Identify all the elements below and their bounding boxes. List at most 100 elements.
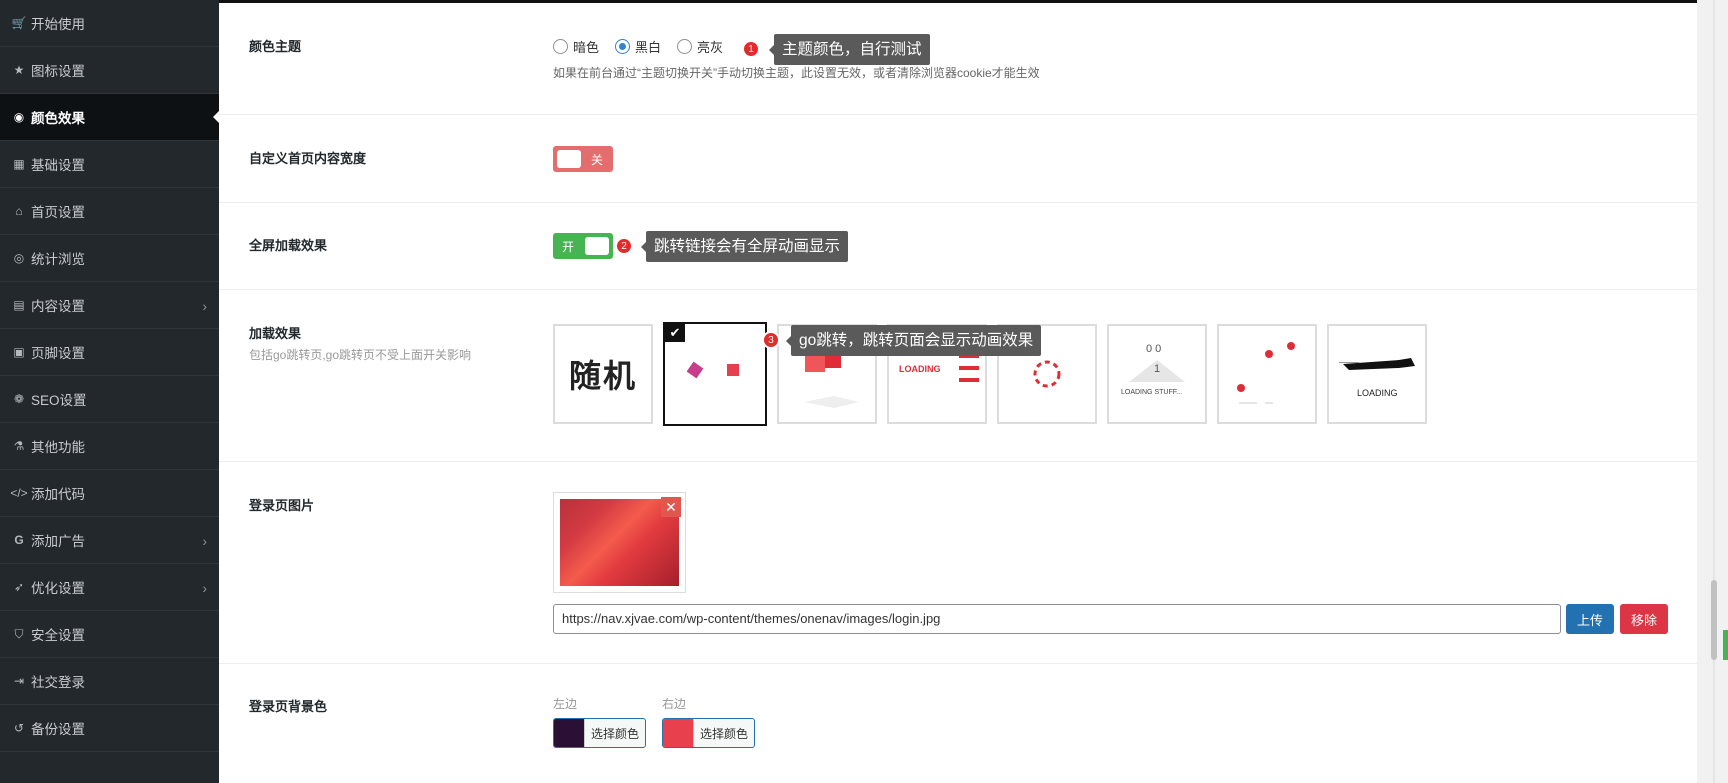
sidebar-item-start[interactable]: 🛒 开始使用 <box>0 0 219 47</box>
sidebar-item-label: 添加广告 <box>31 534 85 549</box>
file-icon: ▤ <box>13 298 25 312</box>
loading-thumb-squares[interactable]: ✔ <box>663 322 767 426</box>
left-color-swatch <box>554 719 584 747</box>
login-image-preview: ✕ <box>553 492 686 593</box>
toggle-text: 开 <box>562 239 575 254</box>
row-loading-effect: 加载效果 包括go跳转页,go跳转页不受上面开关影响 随机 ✔ LOADING … <box>219 290 1697 462</box>
sidebar-item-social-login[interactable]: ⇥ 社交登录 <box>0 658 219 705</box>
sidebar-item-color-effects[interactable]: ◉ 颜色效果 <box>0 94 219 141</box>
sidebar-item-label: 社交登录 <box>31 675 85 690</box>
fullscreen-loading-field: 开 <box>553 233 613 259</box>
custom-width-field: 关 <box>553 146 613 172</box>
sidebar-item-backup[interactable]: ↺ 备份设置 <box>0 705 219 752</box>
sidebar-item-icons[interactable]: ★ 图标设置 <box>0 47 219 94</box>
theme-option-label: 黑白 <box>635 40 662 55</box>
sidebar-item-label: 内容设置 <box>31 299 85 314</box>
sidebar-item-label: 基础设置 <box>31 158 85 173</box>
radio-bw[interactable] <box>615 39 631 54</box>
theme-option-bw[interactable]: 黑白 <box>615 37 661 56</box>
paw-icon: ❁ <box>13 392 25 406</box>
chevron-right-icon: › <box>202 580 207 596</box>
sidebar-item-label: 优化设置 <box>31 581 85 596</box>
sidebar-item-code[interactable]: </> 添加代码 <box>0 470 219 517</box>
loading-thumb-stuff[interactable]: 0 0 1 LOADING STUFF... <box>1107 324 1207 424</box>
sidebar-item-ads[interactable]: G 添加广告 › <box>0 517 219 564</box>
admin-sidebar: 🛒 开始使用 ★ 图标设置 ◉ 颜色效果 ▦ 基础设置 ⌂ 首页设置 ◎ 统计浏… <box>0 0 219 783</box>
stuff-num: 1 <box>1154 363 1160 375</box>
chevron-right-icon: › <box>202 298 207 314</box>
sidebar-item-label: 首页设置 <box>31 205 85 220</box>
right-color-swatch <box>663 719 693 747</box>
theme-option-label: 暗色 <box>573 40 600 55</box>
side-indicator <box>1723 630 1728 660</box>
theme-option-label: 亮灰 <box>697 40 724 55</box>
right-color-label: 右边 <box>662 697 687 711</box>
scroll-track <box>1713 0 1715 783</box>
undo-icon: ↺ <box>13 721 25 735</box>
shield-icon: ⛉ <box>14 626 24 641</box>
left-color-picker[interactable]: 选择颜色 <box>553 718 646 748</box>
close-icon[interactable]: ✕ <box>661 497 681 517</box>
loading-thumb-runner[interactable]: LOADING <box>1327 324 1427 424</box>
loading-thumb-random[interactable]: 随机 <box>553 324 653 424</box>
scroll-thumb[interactable] <box>1711 580 1717 660</box>
loading-text: LOADING <box>899 364 941 374</box>
row-custom-width: 自定义首页内容宽度 关 <box>219 115 1697 203</box>
sidebar-item-stats[interactable]: ◎ 统计浏览 <box>0 235 219 282</box>
sidebar-item-label: 图标设置 <box>31 64 85 79</box>
select-color-button[interactable]: 选择颜色 <box>584 719 645 747</box>
right-color-group: 右边 选择颜色 <box>662 695 755 748</box>
color-theme-label: 颜色主题 <box>249 39 302 54</box>
sidebar-item-footer[interactable]: ▣ 页脚设置 <box>0 329 219 376</box>
loading-effect-label: 加载效果 <box>249 326 302 341</box>
stuff-preview: 0 0 1 LOADING STUFF... <box>1121 343 1185 396</box>
random-text: 随机 <box>568 358 637 394</box>
palette-icon: ◉ <box>13 110 25 124</box>
radio-light-gray[interactable] <box>677 39 693 54</box>
sidebar-item-optimize[interactable]: ➶ 优化设置 › <box>0 564 219 611</box>
star-icon: ★ <box>13 63 25 77</box>
loading-stuff-text: LOADING STUFF... <box>1121 389 1182 396</box>
custom-width-label: 自定义首页内容宽度 <box>249 151 367 166</box>
loading-thumb-dots[interactable] <box>1217 324 1317 424</box>
sidebar-item-basic[interactable]: ▦ 基础设置 <box>0 141 219 188</box>
toggle-knob <box>585 237 609 255</box>
row-login-image: 登录页图片 ✕ https://nav.xjvae.com/wp-content… <box>219 462 1697 664</box>
annotation-tip-2: 跳转链接会有全屏动画显示 <box>640 231 849 262</box>
sidebar-item-other[interactable]: ⚗ 其他功能 <box>0 423 219 470</box>
sidebar-item-home[interactable]: ⌂ 首页设置 <box>0 188 219 235</box>
annotation-tip-1: 主题颜色，自行测试 <box>769 34 930 65</box>
grid-icon: ▦ <box>13 157 25 171</box>
row-color-theme: 颜色主题 暗色 黑白 亮灰 如果在前台通过“主题切换开关”手动切换主题，此设置无… <box>219 3 1697 115</box>
remove-button[interactable]: 移除 <box>1620 604 1668 634</box>
rocket-icon: ➶ <box>13 580 25 594</box>
right-color-picker[interactable]: 选择颜色 <box>662 718 755 748</box>
runner-preview: LOADING <box>1339 358 1415 398</box>
login-bg-label: 登录页背景色 <box>249 699 328 714</box>
dots-preview <box>1237 342 1295 404</box>
login-image-label: 登录页图片 <box>249 498 315 513</box>
sidebar-item-security[interactable]: ⛉ 安全设置 <box>0 611 219 658</box>
sidebar-item-label: 添加代码 <box>31 487 85 502</box>
sidebar-item-label: 安全设置 <box>31 628 85 643</box>
row-login-bg: 登录页背景色 左边 选择颜色 右边 选择颜色 <box>219 664 1697 783</box>
sidebar-item-seo[interactable]: ❁ SEO设置 <box>0 376 219 423</box>
toggle-text: 关 <box>590 152 603 167</box>
annotation-badge-3: 3 <box>762 331 780 349</box>
upload-button[interactable]: 上传 <box>1566 604 1614 634</box>
sidebar-item-label: 页脚设置 <box>31 346 85 361</box>
theme-option-dark[interactable]: 暗色 <box>553 37 599 56</box>
settings-panel: 颜色主题 暗色 黑白 亮灰 如果在前台通过“主题切换开关”手动切换主题，此设置无… <box>219 0 1697 783</box>
radio-dark[interactable] <box>553 39 568 54</box>
login-image-url-input[interactable]: https://nav.xjvae.com/wp-content/themes/… <box>553 604 1561 634</box>
custom-width-toggle[interactable]: 关 <box>553 146 613 172</box>
sidebar-item-label: 备份设置 <box>31 722 85 737</box>
page-scrollbar[interactable] <box>1697 0 1728 783</box>
fullscreen-loading-toggle[interactable]: 开 <box>553 233 613 259</box>
sidebar-item-content[interactable]: ▤ 内容设置 › <box>0 282 219 329</box>
left-color-group: 左边 选择颜色 <box>553 695 646 748</box>
theme-option-light-gray[interactable]: 亮灰 <box>677 37 723 56</box>
select-color-button[interactable]: 选择颜色 <box>693 719 754 747</box>
sidebar-item-label: 颜色效果 <box>31 111 85 126</box>
google-icon: G <box>14 533 24 547</box>
